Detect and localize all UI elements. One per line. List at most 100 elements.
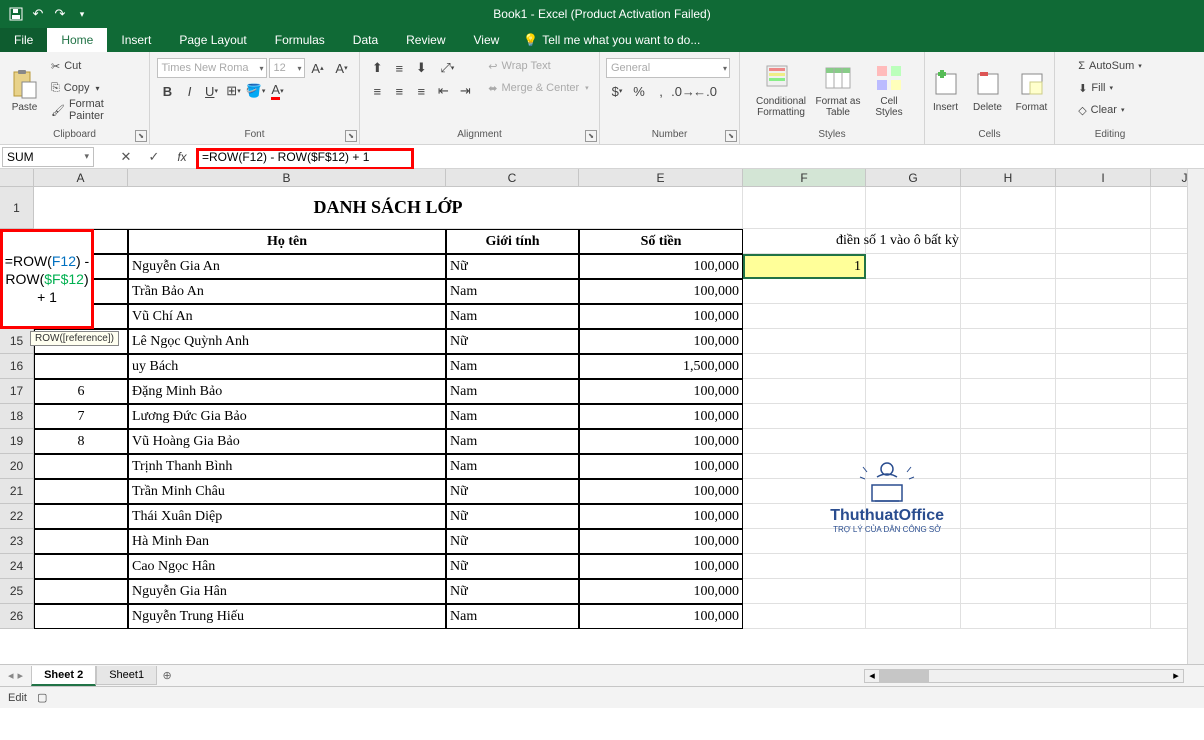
accounting-button[interactable]: $▾ <box>606 81 628 101</box>
increase-decimal-button[interactable]: .0→ <box>672 81 694 101</box>
align-middle-button[interactable]: ≡ <box>388 58 410 78</box>
clipboard-launcher[interactable]: ⬊ <box>135 130 147 142</box>
watermark: ThuthuatOffice TRỢ LÝ CỦA DÂN CÔNG SỞ <box>830 457 944 534</box>
border-button[interactable]: ⊞▾ <box>223 81 245 101</box>
align-center-button[interactable]: ≡ <box>388 81 410 101</box>
align-top-button[interactable]: ⬆ <box>366 58 388 78</box>
scissors-icon: ✂ <box>51 60 60 73</box>
align-right-button[interactable]: ≡ <box>410 81 432 101</box>
row-header-16[interactable]: 16 <box>0 354 34 379</box>
col-header-A[interactable]: A <box>34 169 128 186</box>
fill-button[interactable]: ⬇Fill▾ <box>1074 78 1146 98</box>
row-header-20[interactable]: 20 <box>0 454 34 479</box>
formula-input[interactable]: =ROW(F12) - ROW($F$12) + 1 <box>196 150 1204 164</box>
sheet-nav[interactable]: ◂▸ <box>0 669 31 682</box>
row-header-24[interactable]: 24 <box>0 554 34 579</box>
row-header-26[interactable]: 26 <box>0 604 34 629</box>
orientation-button[interactable]: ⤢▾ <box>432 58 462 78</box>
tab-formulas[interactable]: Formulas <box>261 28 339 52</box>
number-launcher[interactable]: ⬊ <box>725 130 737 142</box>
save-icon[interactable] <box>6 4 26 24</box>
row-header-22[interactable]: 22 <box>0 504 34 529</box>
font-size-combo[interactable]: 12 <box>269 58 305 78</box>
clear-button[interactable]: ◇Clear▾ <box>1074 100 1146 120</box>
wrap-text-button[interactable]: ↩Wrap Text <box>484 56 592 76</box>
merge-center-button[interactable]: ⬌Merge & Center▾ <box>484 78 592 98</box>
format-cells-button[interactable]: Format <box>1011 56 1053 124</box>
insert-cells-button[interactable]: Insert <box>927 56 965 124</box>
increase-indent-button[interactable]: ⇥ <box>454 81 476 101</box>
tab-insert[interactable]: Insert <box>107 28 165 52</box>
align-bottom-button[interactable]: ⬇ <box>410 58 432 78</box>
undo-icon[interactable]: ↶ <box>28 4 48 24</box>
paste-button[interactable]: Paste <box>6 56 43 124</box>
font-launcher[interactable]: ⬊ <box>345 130 357 142</box>
qat-customize-icon[interactable]: ▾ <box>72 4 92 24</box>
col-header-I[interactable]: I <box>1056 169 1151 186</box>
col-header-F[interactable]: F <box>743 169 866 186</box>
spreadsheet-grid[interactable]: ABCEFGHIJ 111121314151617181920212223242… <box>0 169 1204 664</box>
row-header-1[interactable]: 1 <box>0 187 34 229</box>
fx-button[interactable]: fx <box>168 147 196 167</box>
autosum-button[interactable]: ΣAutoSum▾ <box>1074 56 1146 76</box>
cells-body[interactable]: DANH SÁCH LỚPSTTHọ tênGiới tínhSố tiềnNg… <box>34 187 1204 629</box>
row-header-17[interactable]: 17 <box>0 379 34 404</box>
annotation-text: điền số 1 vào ô bất kỳ <box>836 233 959 249</box>
bold-button[interactable]: B <box>157 81 179 101</box>
copy-button[interactable]: ⎘Copy▾ <box>47 78 143 98</box>
macro-record-icon[interactable]: ▢ <box>37 691 47 704</box>
vertical-scrollbar[interactable] <box>1187 169 1204 664</box>
format-painter-button[interactable]: 🖌Format Painter <box>47 100 143 120</box>
row-header-15[interactable]: 15 <box>0 329 34 354</box>
cut-button[interactable]: ✂Cut <box>47 56 143 76</box>
cell-formula-overlay[interactable]: =ROW(F12) - ROW($F$12) + 1 <box>0 229 94 329</box>
add-sheet-button[interactable]: ⊕ <box>157 669 177 682</box>
lightbulb-icon: 💡 <box>523 33 538 47</box>
tab-data[interactable]: Data <box>339 28 392 52</box>
sheet-tab-active[interactable]: Sheet 2 <box>31 666 96 686</box>
delete-cells-button[interactable]: Delete <box>969 56 1007 124</box>
percent-button[interactable]: % <box>628 81 650 101</box>
accept-formula-button[interactable]: ✓ <box>140 147 168 167</box>
number-format-combo[interactable]: General <box>606 58 730 78</box>
row-header-19[interactable]: 19 <box>0 429 34 454</box>
redo-icon[interactable]: ↷ <box>50 4 70 24</box>
col-header-H[interactable]: H <box>961 169 1056 186</box>
select-all-corner[interactable] <box>0 169 34 186</box>
format-table-button[interactable]: Format as Table <box>813 56 863 124</box>
grow-font-button[interactable]: A▴ <box>307 58 329 78</box>
alignment-launcher[interactable]: ⬊ <box>585 130 597 142</box>
underline-button[interactable]: U▾ <box>201 81 223 101</box>
decrease-decimal-button[interactable]: ←.0 <box>694 81 716 101</box>
align-left-button[interactable]: ≡ <box>366 81 388 101</box>
italic-button[interactable]: I <box>179 81 201 101</box>
col-header-B[interactable]: B <box>128 169 446 186</box>
row-header-25[interactable]: 25 <box>0 579 34 604</box>
tell-me-search[interactable]: 💡 Tell me what you want to do... <box>513 28 710 52</box>
cell-styles-button[interactable]: Cell Styles <box>867 56 911 124</box>
row-header-18[interactable]: 18 <box>0 404 34 429</box>
comma-button[interactable]: , <box>650 81 672 101</box>
cell-f12-active[interactable]: 1 <box>743 254 866 279</box>
decrease-indent-button[interactable]: ⇤ <box>432 81 454 101</box>
col-header-G[interactable]: G <box>866 169 961 186</box>
tab-review[interactable]: Review <box>392 28 459 52</box>
row-header-23[interactable]: 23 <box>0 529 34 554</box>
font-name-combo[interactable]: Times New Roma <box>157 58 267 78</box>
tab-view[interactable]: View <box>460 28 514 52</box>
tab-file[interactable]: File <box>0 28 47 52</box>
fill-color-button[interactable]: 🪣▾ <box>245 81 267 101</box>
horizontal-scrollbar[interactable]: ◂▸ <box>864 669 1184 683</box>
shrink-font-button[interactable]: A▾ <box>331 58 353 78</box>
col-header-E[interactable]: E <box>579 169 743 186</box>
tab-home[interactable]: Home <box>47 28 107 52</box>
tab-page-layout[interactable]: Page Layout <box>165 28 260 52</box>
name-box[interactable]: SUM <box>2 147 94 167</box>
cancel-formula-button[interactable]: ✕ <box>112 147 140 167</box>
row-header-21[interactable]: 21 <box>0 479 34 504</box>
sheet-tab-other[interactable]: Sheet1 <box>96 666 157 685</box>
col-header-C[interactable]: C <box>446 169 579 186</box>
sheet-title[interactable]: DANH SÁCH LỚP <box>34 187 743 229</box>
font-color-button[interactable]: A▾ <box>267 81 289 101</box>
conditional-formatting-button[interactable]: Conditional Formatting <box>753 56 809 124</box>
